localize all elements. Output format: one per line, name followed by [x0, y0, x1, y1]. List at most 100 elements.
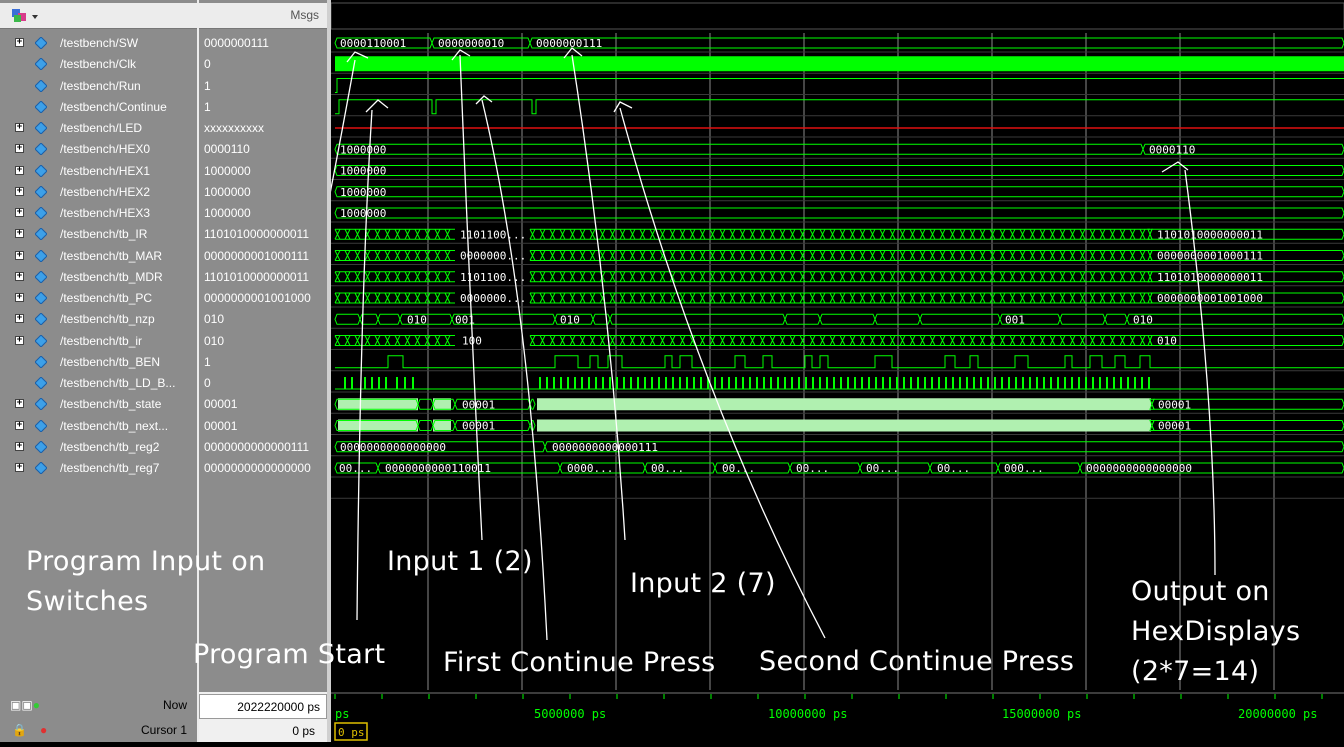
- signal-row[interactable]: + /testbench/tb_reg7: [0, 458, 197, 479]
- signal-name: /testbench/HEX1: [60, 163, 151, 178]
- wave-segment: [739, 292, 750, 304]
- signal-name: /testbench/HEX0: [60, 142, 151, 157]
- wave-segment: [434, 250, 445, 261]
- wave-segment: [1119, 335, 1130, 346]
- wave-segment: [809, 292, 820, 304]
- bus-value-label: 00...: [866, 462, 899, 475]
- wave-segment: [1039, 271, 1050, 283]
- wave-segment: [334, 250, 345, 261]
- wave-segment: [809, 250, 820, 261]
- wave-segment: [364, 271, 375, 283]
- bus-value-label: 0000000001000111: [1157, 250, 1263, 263]
- expand-icon[interactable]: +: [15, 229, 24, 239]
- signal-name: /testbench/tb_MDR: [60, 269, 163, 284]
- bus-value-label: 0000000...: [460, 250, 526, 263]
- bus-value-label: 1101100...: [460, 228, 526, 241]
- expand-icon[interactable]: +: [15, 420, 24, 430]
- wave-segment: [929, 271, 940, 283]
- expand-icon[interactable]: +: [15, 144, 24, 154]
- signal-row[interactable]: /testbench/Run: [0, 76, 197, 97]
- wave-segment: [729, 335, 740, 346]
- wave-segment: [1009, 228, 1020, 240]
- expand-icon[interactable]: +: [15, 123, 24, 132]
- wave-segment: [1119, 228, 1130, 240]
- wave-segment: [799, 250, 810, 261]
- wave-segment: [344, 228, 355, 240]
- signal-row[interactable]: + /testbench/LED: [0, 118, 197, 139]
- wave-segment: [909, 292, 920, 304]
- signal-row[interactable]: /testbench/Continue: [0, 97, 197, 118]
- signal-row[interactable]: /testbench/tb_BEN: [0, 352, 197, 373]
- expand-icon[interactable]: +: [15, 250, 24, 260]
- timeline-tick-label: 10000000 ps: [768, 707, 847, 721]
- expand-icon[interactable]: +: [15, 165, 24, 175]
- signal-row[interactable]: + /testbench/tb_ir: [0, 331, 197, 352]
- expand-icon[interactable]: +: [15, 271, 24, 281]
- wave-segment: [384, 292, 395, 304]
- signal-row[interactable]: + /testbench/HEX3: [0, 203, 197, 224]
- wave-segment: [829, 271, 840, 283]
- wave-segment: [629, 335, 640, 346]
- expand-icon[interactable]: +: [15, 399, 24, 409]
- wave-segment: [929, 250, 940, 261]
- expand-icon[interactable]: +: [15, 314, 24, 324]
- wave-segment: [334, 143, 1144, 155]
- signal-diamond-icon: [35, 292, 47, 304]
- signal-row[interactable]: /testbench/Clk: [0, 54, 197, 75]
- signal-row[interactable]: + /testbench/tb_state: [0, 394, 197, 415]
- signal-row[interactable]: + /testbench/tb_next...: [0, 416, 197, 437]
- expand-icon[interactable]: +: [15, 441, 24, 451]
- expand-icon[interactable]: +: [15, 208, 24, 217]
- bus-value-label: 010: [407, 313, 427, 326]
- wave-segment: [414, 228, 425, 240]
- expand-icon[interactable]: +: [15, 186, 24, 196]
- expand-icon[interactable]: +: [15, 38, 24, 47]
- wave-segment: [729, 292, 740, 304]
- signal-value: 0000000111: [204, 36, 269, 50]
- bus-value-label: 1000000: [340, 165, 386, 178]
- wave-segment: [659, 228, 670, 240]
- expand-icon[interactable]: +: [15, 335, 24, 345]
- wave-segment: [609, 313, 786, 325]
- wave-segment: [424, 271, 435, 283]
- wave-tool-icon[interactable]: [10, 7, 42, 30]
- remove-cursor-icon[interactable]: ●: [40, 723, 47, 737]
- wave-segment: [544, 441, 1344, 453]
- wave-segment: [759, 250, 770, 261]
- signal-row[interactable]: + /testbench/tb_reg2: [0, 437, 197, 458]
- add-icon[interactable]: ▣▣●: [10, 698, 40, 712]
- signal-row[interactable]: /testbench/tb_LD_B...: [0, 373, 197, 394]
- wave-segment: [1069, 228, 1080, 240]
- signal-diamond-icon: [35, 143, 47, 156]
- wave-segment: [1039, 228, 1050, 240]
- wave-segment: [879, 250, 890, 261]
- signal-row[interactable]: + /testbench/HEX2: [0, 182, 197, 203]
- signal-row[interactable]: + /testbench/tb_MAR: [0, 246, 197, 267]
- wave-segment: [1079, 228, 1090, 240]
- annotation-second-continue: Second Continue Press: [759, 646, 1075, 677]
- signal-diamond-icon: [35, 100, 47, 113]
- signal-row[interactable]: + /testbench/HEX1: [0, 161, 197, 182]
- signal-row[interactable]: + /testbench/tb_nzp: [0, 309, 197, 330]
- wave-segment: [999, 250, 1010, 261]
- annotation-program-input: Program Input on Switches: [26, 546, 266, 617]
- annotation-arrow: [613, 101, 826, 639]
- lock-icon[interactable]: 🔒: [12, 723, 27, 737]
- wave-segment: [1109, 228, 1120, 240]
- signal-row[interactable]: + /testbench/tb_MDR: [0, 267, 197, 288]
- signal-row[interactable]: + /testbench/SW: [0, 33, 197, 54]
- wave-segment: [879, 335, 890, 346]
- wave-segment: [859, 271, 870, 283]
- expand-icon[interactable]: +: [15, 293, 24, 302]
- wave-segment: [979, 271, 990, 283]
- signal-row[interactable]: + /testbench/tb_IR: [0, 224, 197, 245]
- expand-icon[interactable]: +: [15, 463, 24, 472]
- wave-segment: [424, 292, 435, 304]
- signal-row[interactable]: + /testbench/tb_PC: [0, 288, 197, 309]
- wave-segment: [344, 250, 355, 261]
- signal-row[interactable]: + /testbench/HEX0: [0, 139, 197, 160]
- wave-segment: [849, 228, 860, 240]
- wave-segment: [1099, 292, 1110, 304]
- now-value: 2022220000 ps: [237, 700, 320, 714]
- wave-segment: [789, 335, 800, 346]
